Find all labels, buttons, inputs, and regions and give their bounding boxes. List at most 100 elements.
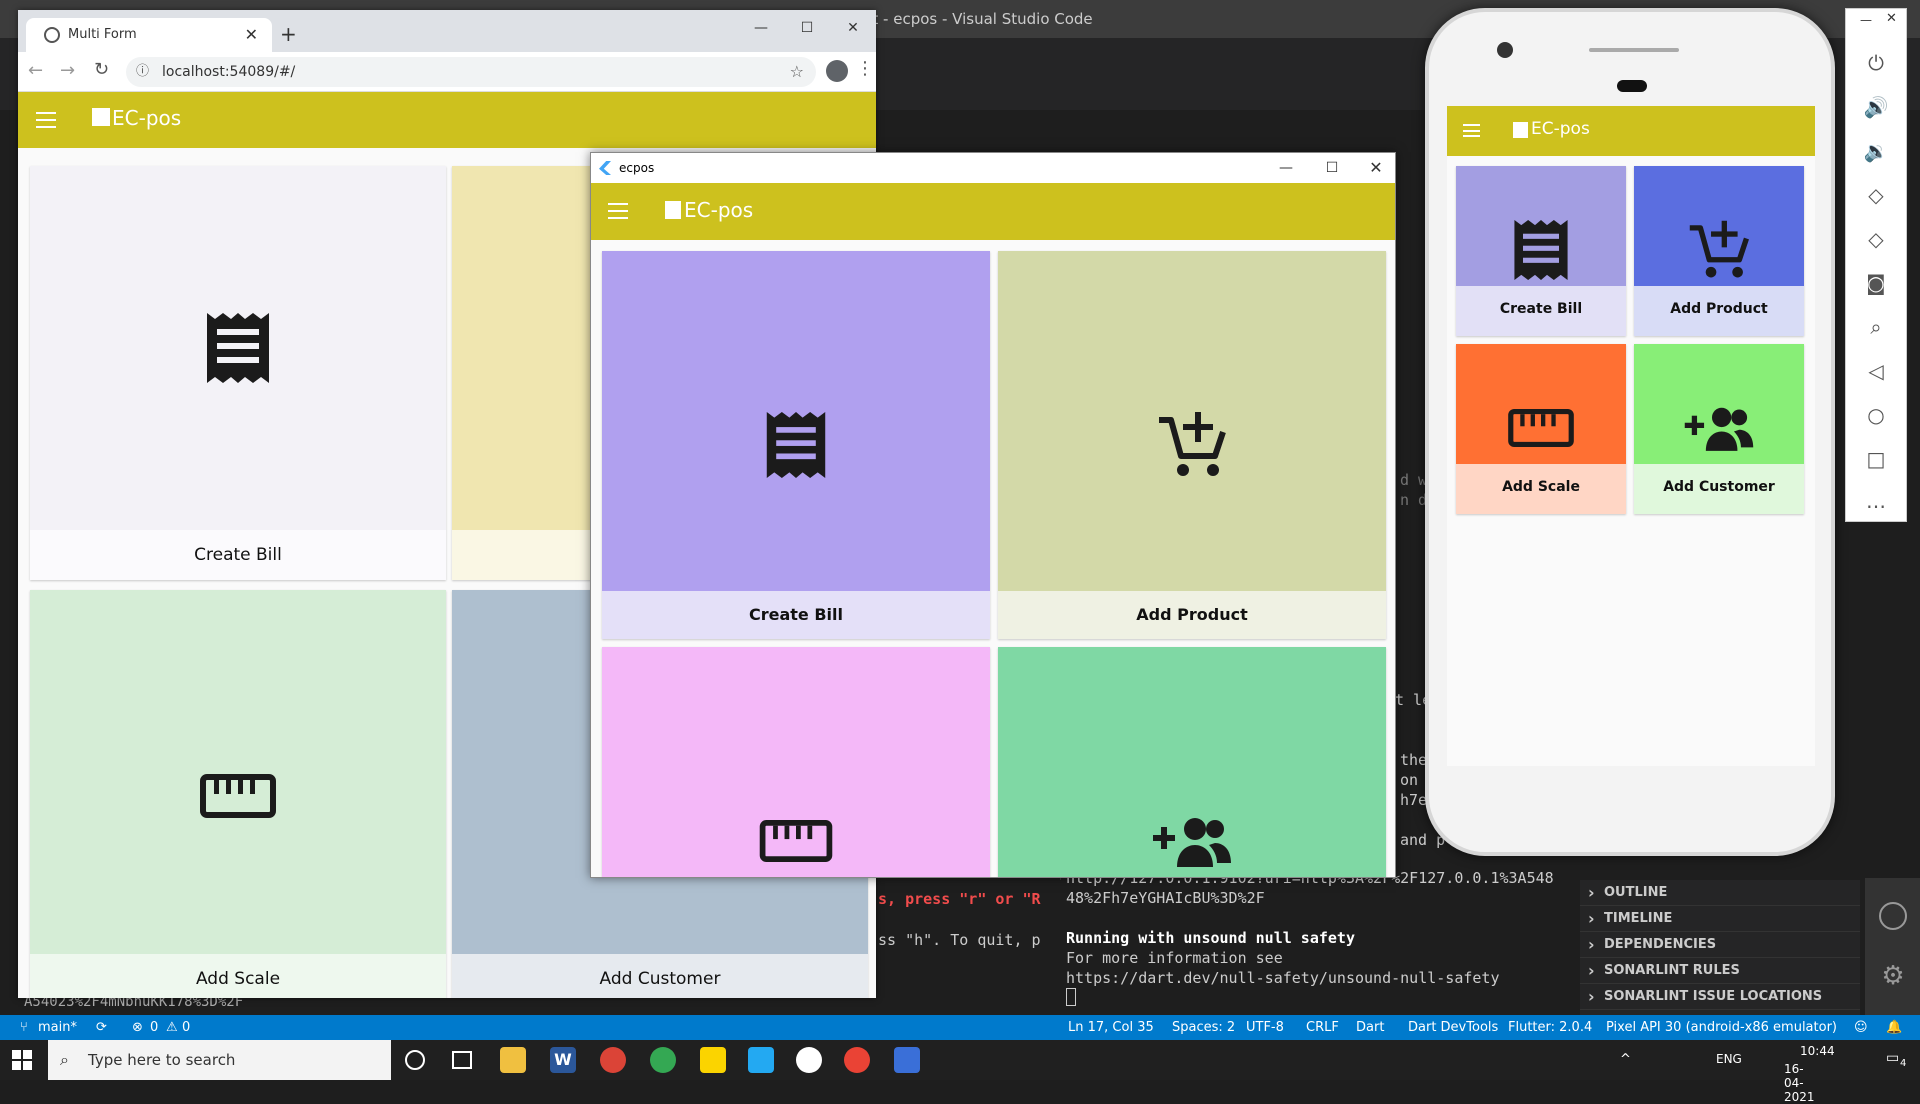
rotate-right-icon[interactable]: ◇ (1862, 225, 1890, 253)
terminal-output[interactable]: http://127.0.0.1:9102?uri=http%3A%2F%2F1… (1066, 868, 1586, 1006)
timeline-section[interactable]: TIMELINE (1580, 906, 1860, 932)
terminal-fragment: on (1400, 771, 1419, 789)
git-branch[interactable]: main* (38, 1015, 77, 1040)
task-view-icon[interactable] (452, 1051, 472, 1069)
flutter-version[interactable]: Flutter: 2.0.4 (1508, 1015, 1592, 1040)
add-scale-tile[interactable] (602, 647, 990, 877)
clock-date[interactable]: 16-04-2021 (1784, 1062, 1815, 1104)
minimize-icon[interactable]: — (1860, 13, 1872, 27)
close-icon[interactable]: ✕ (1886, 11, 1897, 26)
create-bill-tile[interactable]: Create Bill (602, 251, 990, 639)
tile-label: Add Product (1634, 286, 1804, 336)
hamburger-menu-icon[interactable] (36, 112, 56, 128)
hamburger-menu-icon[interactable] (608, 203, 628, 219)
minimize-icon[interactable]: — (738, 20, 784, 36)
clock-time[interactable]: 10:44 (1800, 1044, 1835, 1058)
flutter-logo-icon (599, 161, 611, 175)
menu-dots-icon[interactable]: ⋮ (856, 58, 874, 79)
close-window-icon[interactable]: ✕ (1353, 153, 1395, 183)
file-explorer-icon[interactable] (500, 1047, 526, 1073)
store-icon (665, 201, 681, 219)
sync-icon[interactable]: ⟳ (96, 1015, 107, 1040)
tab-title: Multi Form (68, 27, 137, 42)
cursor-position[interactable]: Ln 17, Col 35 (1068, 1015, 1154, 1040)
notifications-bell-icon[interactable]: 🔔 (1886, 1015, 1902, 1040)
volume-up-icon[interactable]: 🔊 (1862, 93, 1890, 121)
close-window-icon[interactable]: ✕ (830, 20, 876, 36)
indentation[interactable]: Spaces: 2 (1172, 1015, 1235, 1040)
add-customer-tile[interactable]: Add Customer (1634, 344, 1804, 514)
settings-gear-icon[interactable]: ⚙ (1879, 962, 1907, 990)
sticky-notes-icon[interactable] (700, 1047, 726, 1073)
hamburger-menu-icon[interactable] (1463, 124, 1480, 137)
warnings-icon[interactable]: ⚠ (166, 1015, 178, 1040)
zoom-icon[interactable]: ⌕ (1862, 313, 1890, 341)
device-selector[interactable]: Pixel API 30 (android-x86 emulator) (1606, 1015, 1837, 1040)
chrome-icon-2[interactable] (844, 1047, 870, 1073)
add-product-tile[interactable]: Add Product (998, 251, 1386, 639)
reload-icon[interactable]: ↻ (94, 59, 109, 80)
sonarlint-rules-section[interactable]: SONARLINT RULES (1580, 958, 1860, 984)
errors-icon[interactable]: ⊗ (132, 1015, 143, 1040)
outline-section[interactable]: OUTLINE (1580, 880, 1860, 906)
accounts-icon[interactable] (1879, 902, 1907, 930)
power-icon[interactable]: ⏻ (1862, 49, 1890, 77)
warnings-count[interactable]: 0 (182, 1015, 190, 1040)
more-icon[interactable]: … (1862, 487, 1890, 515)
flutter-app-icon[interactable] (894, 1047, 920, 1073)
scale-icon (1508, 409, 1574, 447)
overview-icon[interactable]: □ (1862, 445, 1890, 473)
globe-icon (44, 27, 60, 43)
address-bar[interactable]: ⓘ localhost:54089/#/ ☆ (126, 57, 816, 87)
tray-up-icon[interactable]: ^ (1620, 1052, 1631, 1067)
taskbar-search[interactable]: ⌕ Type here to search (48, 1040, 391, 1080)
vscode-icon[interactable] (748, 1047, 774, 1073)
branch-icon[interactable]: ⑂ (20, 1015, 28, 1040)
line-ending[interactable]: CRLF (1306, 1015, 1339, 1040)
notification-center-icon[interactable]: ▭ (1886, 1050, 1899, 1066)
add-scale-tile[interactable]: Add Scale (1456, 344, 1626, 514)
minimize-icon[interactable]: — (1263, 153, 1309, 183)
tile-label: Add Customer (1634, 464, 1804, 514)
chrome-icon[interactable] (600, 1047, 626, 1073)
maximize-icon[interactable]: ☐ (1309, 153, 1355, 183)
terminal-hint: ss "h". To quit, p (878, 931, 1041, 949)
profile-avatar-icon[interactable] (826, 60, 848, 82)
encoding[interactable]: UTF-8 (1246, 1015, 1284, 1040)
dart-devtools[interactable]: Dart DevTools (1408, 1015, 1498, 1040)
windows-start-icon[interactable] (12, 1050, 32, 1070)
create-bill-tile[interactable]: Create Bill (1456, 166, 1626, 336)
new-tab-icon[interactable]: + (280, 22, 297, 46)
sonarlint-issues-section[interactable]: SONARLINT ISSUE LOCATIONS (1580, 984, 1860, 1010)
dependencies-section[interactable]: DEPENDENCIES (1580, 932, 1860, 958)
phone-screen: EC-pos Create Bill Add Product Add Scale… (1447, 106, 1815, 766)
app-icon[interactable] (796, 1047, 822, 1073)
browser-tab[interactable]: Multi Form ✕ (26, 18, 272, 52)
forward-icon[interactable]: → (60, 60, 75, 81)
back-icon[interactable]: ◁ (1862, 357, 1890, 385)
word-icon[interactable]: W (550, 1047, 576, 1073)
emulator-controls: — ✕ ⏻ 🔊 🔉 ◇ ◇ ◙ ⌕ ◁ ○ □ … (1845, 8, 1907, 522)
tile-body (602, 647, 990, 877)
terminal-cursor (1066, 988, 1076, 1006)
feedback-icon[interactable]: ☺ (1854, 1015, 1868, 1040)
add-product-tile[interactable]: Add Product (1634, 166, 1804, 336)
home-icon[interactable]: ○ (1862, 401, 1890, 429)
add-customer-tile[interactable] (998, 647, 1386, 877)
cortana-icon[interactable] (405, 1050, 425, 1070)
screenshot-camera-icon[interactable]: ◙ (1862, 269, 1890, 297)
outline-panel: OUTLINE TIMELINE DEPENDENCIES SONARLINT … (1580, 880, 1860, 1015)
bookmark-star-icon[interactable]: ☆ (790, 57, 804, 87)
create-bill-tile[interactable]: Create Bill (30, 166, 446, 580)
language-mode[interactable]: Dart (1356, 1015, 1384, 1040)
add-scale-tile[interactable]: Add Scale (30, 590, 446, 998)
errors-count[interactable]: 0 (150, 1015, 158, 1040)
rotate-left-icon[interactable]: ◇ (1862, 181, 1890, 209)
language-indicator[interactable]: ENG (1716, 1052, 1742, 1066)
back-icon[interactable]: ← (28, 60, 43, 81)
close-tab-icon[interactable]: ✕ (245, 18, 258, 52)
volume-down-icon[interactable]: 🔉 (1862, 137, 1890, 165)
url-text: localhost:54089/#/ (162, 64, 296, 80)
browser-icon[interactable] (650, 1047, 676, 1073)
maximize-icon[interactable]: ☐ (784, 20, 830, 36)
